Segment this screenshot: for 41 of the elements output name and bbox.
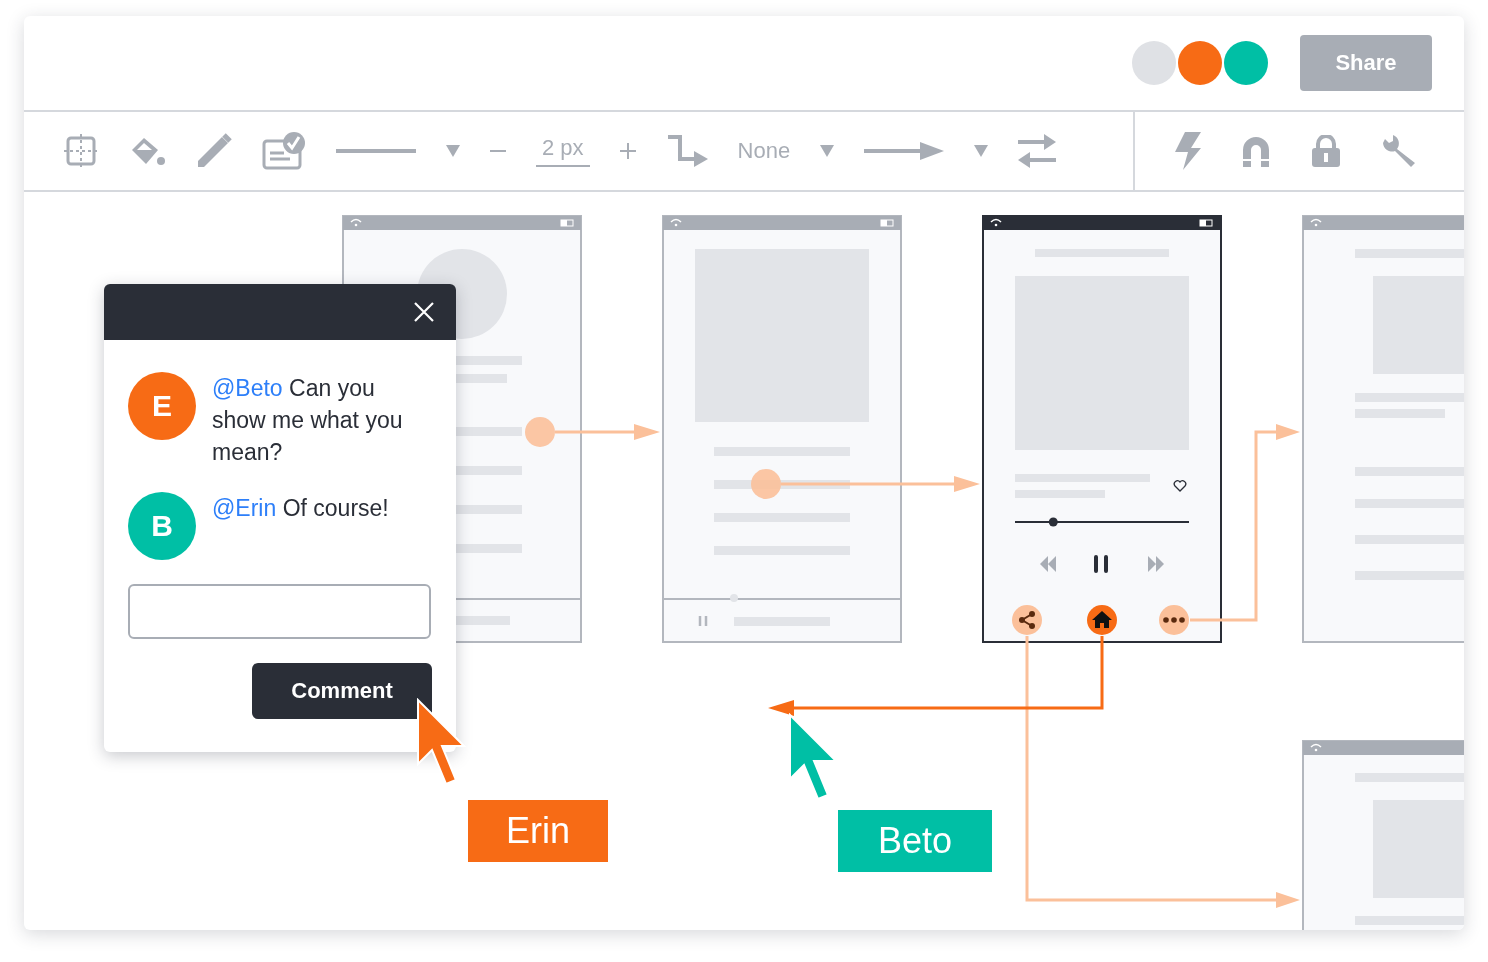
comment-button[interactable]: Comment — [252, 663, 432, 719]
close-icon[interactable] — [414, 302, 434, 322]
comment-input[interactable] — [128, 584, 431, 639]
minus-icon[interactable] — [490, 149, 506, 153]
checked-form-icon[interactable] — [262, 131, 306, 171]
collaborator-avatar[interactable] — [1178, 41, 1222, 85]
wrench-icon[interactable] — [1381, 133, 1417, 169]
swap-icon[interactable] — [1018, 134, 1057, 168]
caret-icon[interactable] — [446, 145, 460, 157]
line-style-icon[interactable] — [336, 148, 416, 154]
arrow-style-icon[interactable] — [864, 142, 945, 160]
pause-icon[interactable] — [1094, 555, 1108, 573]
fast-forward-icon[interactable] — [1148, 556, 1164, 572]
cursor-label: Erin — [468, 800, 608, 862]
hotspot-dot[interactable] — [751, 469, 781, 499]
hotspot-dot[interactable] — [525, 417, 555, 447]
frame-icon[interactable] — [64, 134, 98, 168]
heart-icon[interactable] — [1173, 480, 1187, 492]
caret-icon[interactable] — [974, 145, 989, 157]
rewind-icon[interactable] — [1040, 556, 1056, 572]
collaborator-avatar[interactable] — [1224, 41, 1268, 85]
lock-icon[interactable] — [1311, 135, 1341, 167]
elbow-connector-icon[interactable] — [665, 133, 708, 169]
share-icon[interactable] — [1012, 605, 1042, 635]
comment-text: @Beto Can you show me what you mean? — [212, 374, 404, 467]
line-end-dropdown[interactable]: None — [737, 138, 791, 164]
caret-icon[interactable] — [820, 145, 835, 157]
progress-slider[interactable] — [1014, 517, 1190, 527]
stroke-width-field[interactable]: 2 px — [536, 135, 590, 167]
user-avatar: E — [128, 372, 196, 440]
more-icon[interactable] — [1159, 605, 1189, 635]
share-button[interactable]: Share — [1300, 35, 1432, 91]
pencil-icon[interactable] — [196, 133, 232, 169]
cursor-label: Beto — [838, 810, 992, 872]
home-icon[interactable] — [1087, 605, 1117, 635]
plus-icon[interactable] — [619, 143, 636, 159]
lightning-icon[interactable] — [1175, 132, 1201, 170]
user-avatar: B — [128, 492, 196, 560]
comment-text: @Erin Of course! — [212, 494, 390, 523]
magnet-icon[interactable] — [1241, 135, 1271, 167]
collaborator-avatar[interactable] — [1132, 41, 1176, 85]
